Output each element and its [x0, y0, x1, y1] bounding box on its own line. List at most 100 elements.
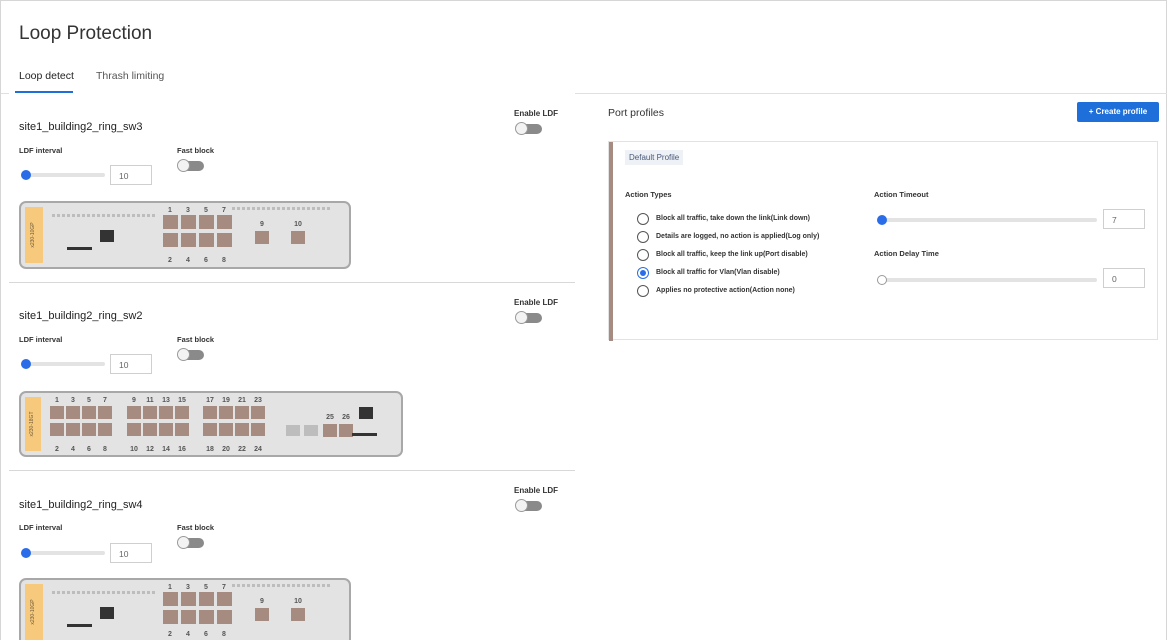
ldf-interval-slider[interactable] — [21, 362, 105, 366]
port — [217, 610, 232, 624]
port-label: 2 — [168, 257, 172, 264]
port — [159, 406, 173, 419]
fast-block-toggle[interactable] — [177, 159, 204, 172]
fast-block-toggle[interactable] — [177, 536, 204, 549]
port — [219, 406, 233, 419]
radio-label: Block all traffic for Vlan(Vlan disable) — [656, 269, 780, 276]
ldf-interval-input[interactable]: 10 — [110, 354, 152, 374]
port-label: 26 — [342, 414, 350, 421]
ldf-interval-slider-handle[interactable] — [21, 359, 31, 369]
port — [181, 610, 196, 624]
radio-action-none[interactable] — [637, 285, 649, 297]
port — [159, 423, 173, 436]
port-label: 11 — [146, 397, 154, 404]
switch-faceplate: x230-18GT 1 3 5 7 9 11 13 15 17 19 21 23 — [19, 391, 405, 461]
radio-port-disable[interactable] — [637, 249, 649, 261]
port-label: 19 — [222, 397, 230, 404]
port-label: 1 — [168, 207, 172, 214]
action-timeout-input[interactable]: 7 — [1103, 209, 1145, 229]
tab-loop-detect[interactable]: Loop detect — [19, 70, 74, 82]
port-label: 5 — [204, 584, 208, 591]
port-label: 1 — [55, 397, 59, 404]
ldf-interval-slider-handle[interactable] — [21, 548, 31, 558]
port — [98, 423, 112, 436]
port-label: 24 — [254, 446, 262, 453]
ldf-interval-input[interactable]: 10 — [110, 543, 152, 563]
port — [286, 425, 300, 436]
port — [291, 231, 305, 244]
switch-card-sw2: site1_building2_ring_sw2 Enable LDF LDF … — [9, 283, 575, 471]
port-label: 9 — [132, 397, 136, 404]
ldf-interval-slider-handle[interactable] — [21, 170, 31, 180]
enable-ldf-toggle[interactable] — [515, 122, 542, 135]
enable-ldf-toggle[interactable] — [515, 311, 542, 324]
create-profile-button[interactable]: + Create profile — [1077, 102, 1159, 122]
ldf-interval-slider[interactable] — [21, 551, 105, 555]
action-delay-slider-handle[interactable] — [877, 275, 887, 285]
tab-thrash-limiting[interactable]: Thrash limiting — [96, 70, 164, 82]
action-types-label: Action Types — [625, 190, 672, 199]
port — [291, 608, 305, 621]
fast-block-label: Fast block — [177, 523, 215, 532]
page-title: Loop Protection — [19, 23, 153, 44]
port-label: 5 — [204, 207, 208, 214]
port-label: 6 — [204, 257, 208, 264]
app-frame: Loop Protection Loop detect Thrash limit… — [0, 0, 1167, 640]
port — [199, 610, 214, 624]
ldf-interval-label: LDF interval — [19, 335, 63, 344]
action-delay-input[interactable]: 0 — [1103, 268, 1145, 288]
port-label: 7 — [222, 207, 226, 214]
port — [255, 231, 269, 244]
port — [235, 423, 249, 436]
device-model-label: x230-10GP — [30, 599, 36, 625]
port-label: 16 — [178, 446, 186, 453]
port — [181, 233, 196, 247]
ldf-interval-label: LDF interval — [19, 146, 63, 155]
port — [217, 592, 232, 606]
port — [127, 406, 141, 419]
action-timeout-slider[interactable] — [877, 218, 1097, 222]
action-delay-slider[interactable] — [877, 278, 1097, 282]
port-profiles-panel: Port profiles + Create profile Default P… — [576, 93, 1167, 640]
switch-faceplate: x230-10GP 1 3 5 7 2 4 6 8 9 10 — [19, 201, 351, 271]
device-model-label: x230-10GP — [30, 222, 36, 248]
ldf-interval-slider[interactable] — [21, 173, 105, 177]
port-label: 17 — [206, 397, 214, 404]
port-label: 21 — [238, 397, 246, 404]
port-label: 10 — [130, 446, 138, 453]
radio-vlan-disable[interactable] — [637, 267, 649, 279]
port — [203, 423, 217, 436]
enable-ldf-label: Enable LDF — [514, 298, 559, 307]
action-delay-label: Action Delay Time — [874, 249, 939, 258]
radio-link-down[interactable] — [637, 213, 649, 225]
port-label: 4 — [186, 631, 190, 638]
port — [163, 592, 178, 606]
action-timeout-label: Action Timeout — [874, 190, 929, 199]
port — [199, 233, 214, 247]
port-label: 3 — [71, 397, 75, 404]
switch-faceplate: x230-10GP 1 3 5 7 2 4 6 8 9 10 — [19, 578, 351, 640]
port — [82, 423, 96, 436]
port-label: 8 — [222, 257, 226, 264]
enable-ldf-toggle[interactable] — [515, 499, 542, 512]
port-label: 10 — [294, 598, 302, 605]
port-label: 3 — [186, 207, 190, 214]
port-label: 8 — [103, 446, 107, 453]
ldf-interval-input[interactable]: 10 — [110, 165, 152, 185]
port-label: 18 — [206, 446, 214, 453]
port — [251, 423, 265, 436]
action-timeout-slider-handle[interactable] — [877, 215, 887, 225]
port — [66, 406, 80, 419]
port — [339, 424, 353, 437]
port — [82, 406, 96, 419]
fast-block-toggle[interactable] — [177, 348, 204, 361]
port — [251, 406, 265, 419]
port — [127, 423, 141, 436]
ldf-interval-label: LDF interval — [19, 523, 63, 532]
port — [163, 215, 178, 229]
switch-name: site1_building2_ring_sw3 — [19, 121, 143, 133]
radio-log-only[interactable] — [637, 231, 649, 243]
port — [219, 423, 233, 436]
port-label: 9 — [260, 221, 264, 228]
profile-color-bar — [609, 142, 613, 341]
